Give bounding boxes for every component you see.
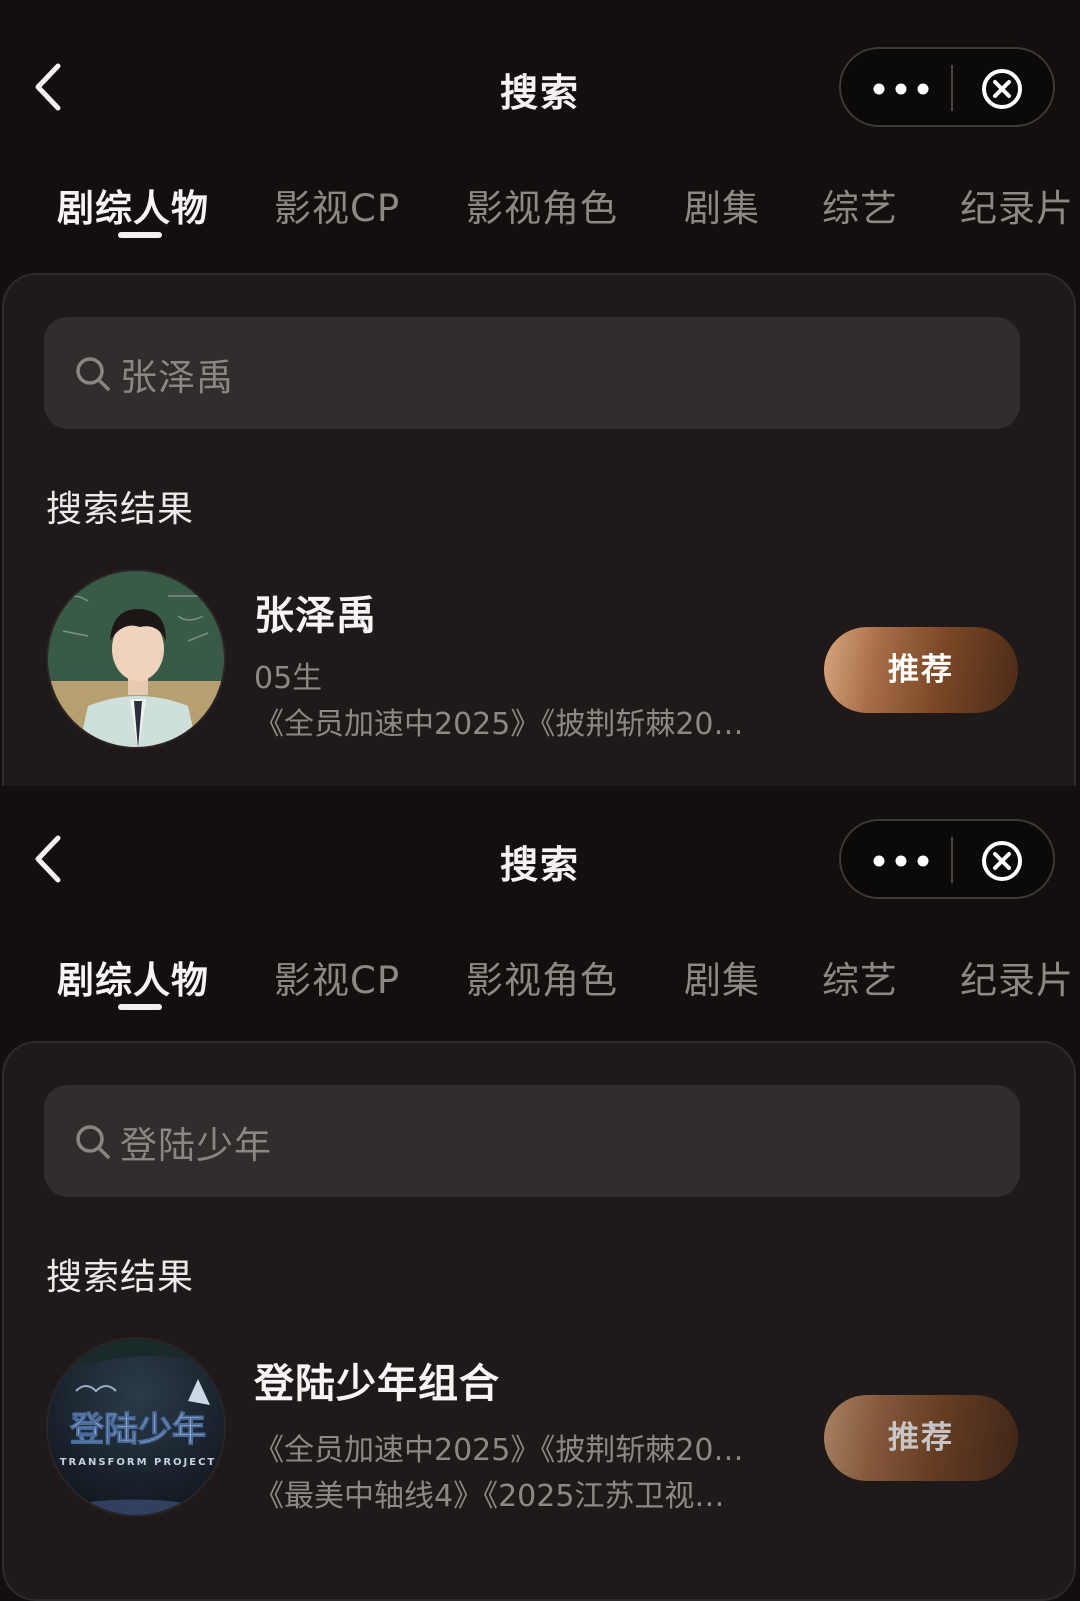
recommend-button[interactable]: 推荐 [824, 627, 1018, 713]
tab-cp[interactable]: 影视CP [274, 178, 400, 232]
close-circle-icon[interactable] [980, 839, 1024, 883]
tab-series[interactable]: 剧集 [684, 950, 760, 1004]
mini-program-capsule [839, 47, 1055, 127]
result-item[interactable]: 张泽禹 05生 《全员加速中2025》《披荆斩棘20… 推荐 [4, 565, 1078, 755]
nav-bar: 搜索 [0, 786, 1080, 942]
tab-documentary[interactable]: 纪录片 [960, 178, 1074, 232]
nav-bar: 搜索 [0, 0, 1080, 170]
category-tabs: 剧综人物 影视CP 影视角色 剧集 综艺 纪录片 [0, 170, 1080, 240]
tab-people[interactable]: 剧综人物 [57, 950, 209, 1004]
logo-wordmark: 登陆少年 [69, 1410, 206, 1450]
group-logo-avatar: 登陆少年 TRANSFORM PROJECT [46, 1337, 226, 1517]
result-item[interactable]: 登陆少年 TRANSFORM PROJECT 登陆少年组合 《全员加速中2025… [4, 1333, 1078, 1523]
tab-roles[interactable]: 影视角色 [466, 178, 618, 232]
search-panel: 登陆少年 搜索结果 登陆少年 TRANSFORM PROJECT 登陆少年组合 … [2, 1041, 1076, 1601]
tab-variety[interactable]: 综艺 [822, 178, 898, 232]
avatar [46, 569, 226, 749]
result-name: 张泽禹 [254, 593, 377, 639]
search-query: 张泽禹 [120, 356, 234, 399]
capsule-divider [951, 837, 953, 883]
tab-variety[interactable]: 综艺 [822, 950, 898, 1004]
mini-program-capsule [839, 819, 1055, 899]
search-icon [76, 1125, 110, 1159]
recommend-button[interactable]: 推荐 [824, 1395, 1018, 1481]
capsule-divider [951, 65, 953, 111]
results-heading: 搜索结果 [46, 1257, 195, 1298]
result-works-line-2: 《最美中轴线4》《2025江苏卫视… [254, 1479, 725, 1514]
search-screen-1: 搜索 剧综人物 影视CP 影视角色 剧集 综艺 纪录片 张泽禹 搜索结果 张泽禹… [0, 0, 1080, 786]
result-info-line: 05生 [254, 661, 323, 696]
active-tab-indicator [118, 1004, 162, 1010]
tab-roles[interactable]: 影视角色 [466, 950, 618, 1004]
tab-documentary[interactable]: 纪录片 [960, 950, 1074, 1004]
search-input[interactable]: 登陆少年 [44, 1085, 1020, 1197]
results-heading: 搜索结果 [46, 489, 195, 530]
search-query: 登陆少年 [120, 1124, 272, 1167]
search-panel: 张泽禹 搜索结果 张泽禹 05生 《全员加速中2025》《披荆斩棘20… 推荐 [2, 273, 1076, 786]
search-screen-2: 搜索 剧综人物 影视CP 影视角色 剧集 综艺 纪录片 登陆少年 搜索结果 登陆… [0, 786, 1080, 1601]
active-tab-indicator [118, 232, 162, 238]
result-works-line: 《全员加速中2025》《披荆斩棘20… [254, 1433, 744, 1468]
tab-people[interactable]: 剧综人物 [57, 178, 209, 232]
tab-series[interactable]: 剧集 [684, 178, 760, 232]
logo-subtext: TRANSFORM PROJECT [60, 1457, 217, 1468]
close-circle-icon[interactable] [980, 67, 1024, 111]
search-icon [76, 357, 110, 391]
result-name: 登陆少年组合 [254, 1361, 500, 1407]
tab-cp[interactable]: 影视CP [274, 950, 400, 1004]
search-input[interactable]: 张泽禹 [44, 317, 1020, 429]
result-works-line: 《全员加速中2025》《披荆斩棘20… [254, 707, 744, 742]
more-dots-icon[interactable] [869, 845, 933, 877]
category-tabs: 剧综人物 影视CP 影视角色 剧集 综艺 纪录片 [0, 942, 1080, 1012]
more-dots-icon[interactable] [869, 73, 933, 105]
